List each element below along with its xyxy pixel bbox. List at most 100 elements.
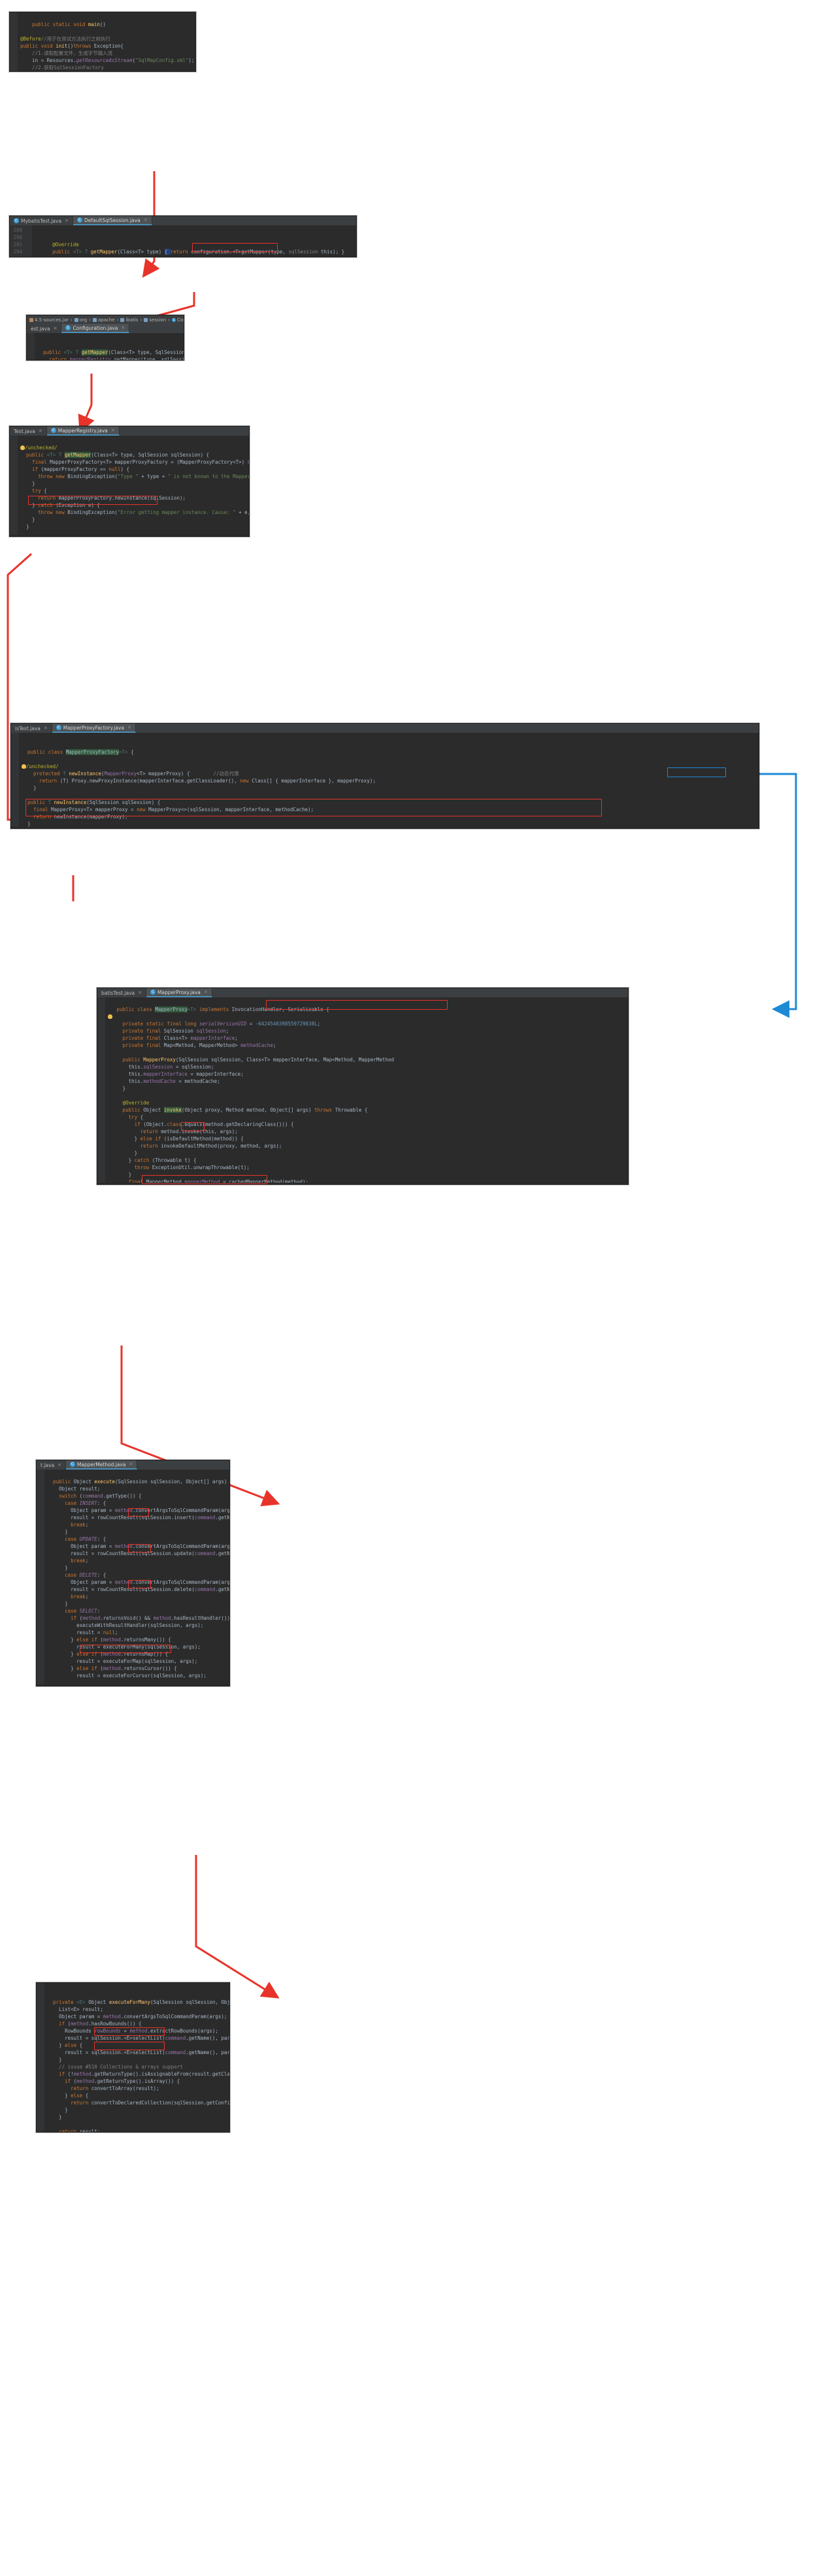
close-icon[interactable]: ✕	[129, 1462, 133, 1467]
tabbar-6[interactable]: batisTest.java ✕ C MapperProxy.java ✕	[97, 988, 628, 997]
code-line: }	[108, 1172, 132, 1178]
code-line: return convertToDeclaredCollection(sqlSe…	[47, 2100, 229, 2106]
breadcrumb-3[interactable]: 4.5-sources.jar › org › apache › ibatis › se…	[27, 315, 184, 324]
code-line: switch (command.getType()) {	[47, 1493, 142, 1499]
tabbar-4[interactable]: Test.java ✕ C MapperRegistry.java ✕	[10, 427, 249, 436]
tab-test[interactable]: Test.java ✕	[10, 427, 47, 436]
close-icon[interactable]: ✕	[65, 218, 69, 223]
tab-test[interactable]: isTest.java ✕	[11, 724, 52, 733]
close-icon[interactable]: ✕	[121, 325, 125, 330]
code-line	[108, 1014, 112, 1020]
code-line: }	[47, 1601, 68, 1607]
breadcrumb-item[interactable]: CConfig	[172, 317, 184, 323]
breadcrumb-item[interactable]: session	[144, 317, 166, 323]
close-icon[interactable]: ✕	[111, 428, 115, 433]
panel-execute-for-many[interactable]: private <E> Object executeForMany(SqlSes…	[36, 1982, 230, 2133]
code-line: public <T> T getMapper(Class<T> type) { …	[35, 249, 345, 255]
code-line: if (mapperProxyFactory == null) {	[20, 466, 130, 472]
code-line: }	[47, 1565, 68, 1571]
code-line: result = rowCountResult(sqlSession.inser…	[47, 1515, 229, 1521]
panel-mapper-method[interactable]: t.java ✕ C MapperMethod.java ✕ public Ob…	[36, 1460, 230, 1686]
breadcrumb-item[interactable]: org	[74, 317, 87, 323]
code-line: } else {	[47, 2042, 83, 2048]
close-icon[interactable]: ✕	[44, 726, 48, 731]
code-line: public MapperProxy(SqlSession sqlSession…	[108, 1057, 394, 1063]
code-text-2: @Override public <T> T getMapper(Class<T…	[32, 225, 356, 257]
code-line: }	[22, 785, 37, 791]
tab-label: MybatisTest.java	[21, 217, 62, 224]
code-line: case UPDATE: {	[47, 1536, 107, 1542]
code-line: this.mapperInterface = mapperInterface;	[108, 1071, 244, 1077]
code-line: Object param = method.convertArgsToSqlCo…	[47, 1507, 229, 1513]
java-class-icon: C	[150, 990, 156, 995]
code-line: if (Object.class.equals(method.getDeclar…	[108, 1121, 294, 1127]
code-line: } else if (method.returnsMap()) {	[47, 1651, 169, 1657]
code-line: }	[47, 2107, 68, 2113]
editor-gutter-5	[11, 733, 19, 827]
panel-mybatis-test[interactable]: public static void main() @Before//用于在测试…	[9, 12, 196, 72]
close-icon[interactable]: ✕	[144, 217, 148, 223]
code-line: result = executeForCursor(sqlSession, ar…	[47, 1673, 206, 1679]
tab-test[interactable]: t.java ✕	[37, 1460, 66, 1470]
tab-mapper-method[interactable]: C MapperMethod.java ✕	[65, 1460, 138, 1470]
tab-mapper-registry[interactable]: C MapperRegistry.java ✕	[46, 427, 120, 436]
breadcrumb-item[interactable]: ibatis	[120, 317, 138, 323]
tab-label: isTest.java	[15, 725, 41, 732]
tabbar-5[interactable]: isTest.java ✕ C MapperProxyFactory.java …	[11, 724, 759, 733]
code-line: result = null;	[47, 1630, 118, 1635]
close-icon[interactable]: ✕	[204, 990, 208, 995]
tabbar-7[interactable]: t.java ✕ C MapperMethod.java ✕	[37, 1460, 229, 1470]
panel-mapper-registry[interactable]: Test.java ✕ C MapperRegistry.java ✕ /unc…	[9, 426, 250, 537]
tab-test[interactable]: batisTest.java ✕	[97, 988, 147, 997]
code-line: case DELETE: {	[47, 1572, 107, 1578]
code-line: result = sqlSession.<E>selectList(comman…	[47, 2035, 229, 2041]
panel-mapper-proxy-factory[interactable]: isTest.java ✕ C MapperProxyFactory.java …	[10, 723, 759, 829]
close-icon[interactable]: ✕	[138, 990, 142, 995]
editor-body-5: public class MapperProxyFactory<T> { /un…	[11, 733, 759, 827]
java-class-icon: C	[69, 1462, 75, 1467]
tab-mapper-proxy-factory[interactable]: C MapperProxyFactory.java ✕	[52, 724, 136, 733]
close-icon[interactable]: ✕	[54, 326, 58, 331]
breadcrumb-item[interactable]: apache	[93, 317, 115, 323]
close-icon[interactable]: ✕	[127, 725, 131, 730]
code-line: result = executeForMany(sqlSession, args…	[47, 1644, 201, 1650]
code-line: final MapperMethod mapperMethod = cached…	[108, 1179, 309, 1183]
code-line: if (method.returnsVoid() && method.hasRe…	[47, 1615, 229, 1621]
tab-mapper-proxy[interactable]: C MapperProxy.java ✕	[146, 988, 212, 997]
panel-mapper-proxy[interactable]: batisTest.java ✕ C MapperProxy.java ✕ pu…	[97, 988, 629, 1185]
code-line: if (method.hasRowBounds()) {	[47, 2021, 142, 2027]
code-line: try {	[108, 1114, 144, 1120]
tab-mybatis-test[interactable]: C MybatisTest.java ✕	[10, 216, 73, 225]
code-line: case INSERT: {	[47, 1500, 107, 1506]
java-class-icon: C	[50, 428, 56, 433]
editor-body-6: public class MapperProxy<T> implements I…	[97, 997, 628, 1183]
editor-body-1: public static void main() @Before//用于在测试…	[10, 12, 195, 71]
tabbar-3[interactable]: est.java ✕ C Configuration.java ✕	[27, 324, 184, 333]
code-line: private static final long serialVersionU…	[108, 1021, 321, 1027]
tabbar-2[interactable]: C MybatisTest.java ✕ C DefaultSqlSession…	[10, 216, 356, 225]
code-line: return newInstance(mapperProxy);	[22, 814, 128, 820]
code-line: this.methodCache = methodCache;	[108, 1078, 220, 1084]
code-line: }	[20, 481, 35, 487]
tab-configuration[interactable]: C Configuration.java ✕	[61, 324, 130, 333]
tab-default-sql-session[interactable]: C DefaultSqlSession.java ✕	[73, 216, 152, 225]
breadcrumb-item[interactable]: 4.5-sources.jar	[29, 317, 69, 323]
code-line: result = executeForMap(sqlSession, args)…	[47, 1658, 198, 1664]
panel-configuration[interactable]: 4.5-sources.jar › org › apache › ibatis › se…	[26, 315, 184, 361]
close-icon[interactable]: ✕	[39, 428, 42, 434]
tab-label: est.java	[31, 325, 50, 332]
code-line: return method.invoke(this, args);	[108, 1129, 238, 1135]
tab-test[interactable]: est.java ✕	[27, 324, 62, 333]
panel-default-sql-session[interactable]: C MybatisTest.java ✕ C DefaultSqlSession…	[9, 216, 357, 257]
code-line: private final Class<T> mapperInterface;	[108, 1035, 238, 1041]
editor-gutter-7	[37, 1470, 44, 1684]
tab-label: t.java	[41, 1462, 55, 1468]
code-line: }	[22, 821, 31, 827]
close-icon[interactable]: ✕	[58, 1462, 61, 1468]
code-line: //2.获取SqlSessionFactory	[20, 65, 104, 71]
code-line: //1.读取配置文件，生成字节输入流	[20, 50, 113, 56]
